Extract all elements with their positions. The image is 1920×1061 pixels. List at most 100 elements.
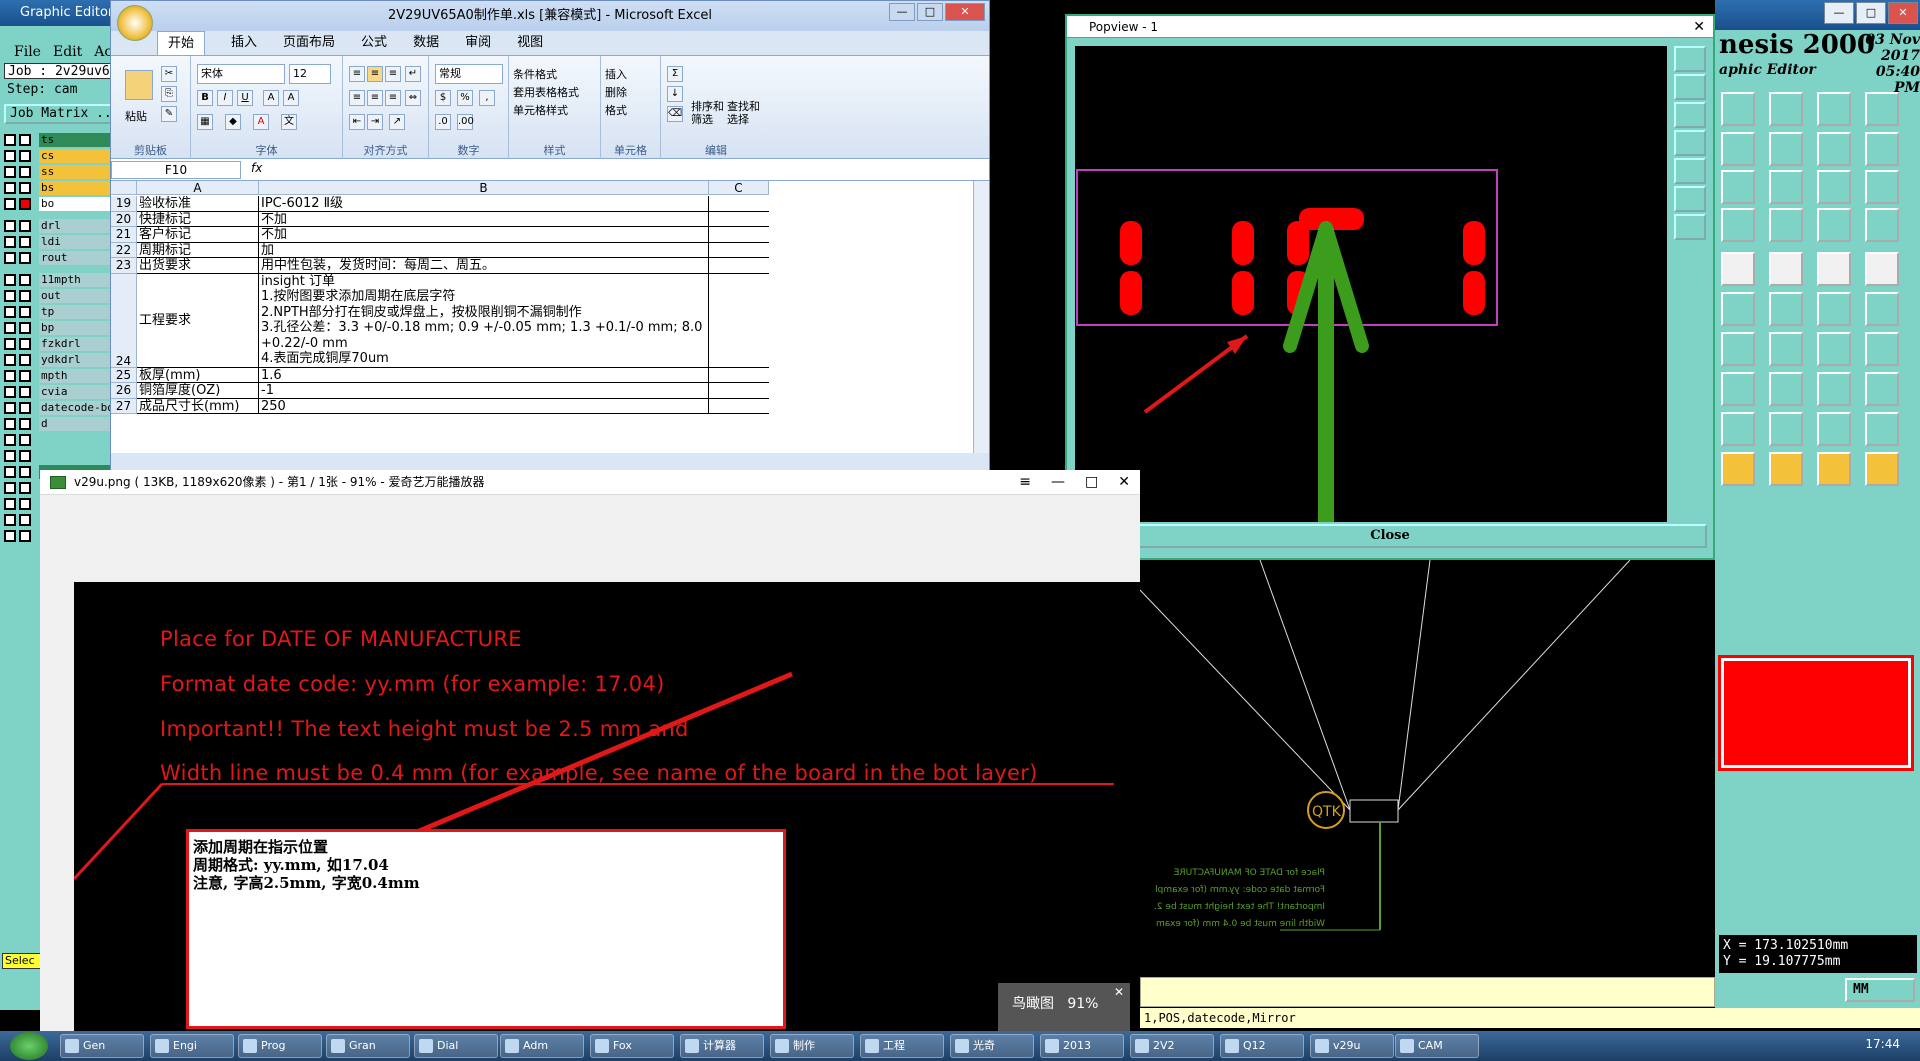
autosum-icon[interactable]: Σ [667,66,683,82]
layer-row[interactable]: cvia [4,384,127,400]
tool-icon[interactable] [1817,372,1851,406]
layer-visibility-checkbox[interactable] [4,274,16,286]
cut-icon[interactable]: ✂ [161,66,177,82]
tool-icon[interactable] [1817,452,1851,486]
tool-icon[interactable] [1769,208,1803,242]
cell-b[interactable]: -1 [259,383,709,399]
layer-visibility-checkbox[interactable] [4,198,16,210]
menu-icon[interactable]: ≡ [1019,470,1031,495]
shrink-font-icon[interactable]: A [283,90,299,106]
left-icon[interactable] [1721,132,1755,166]
popview-tool-button[interactable] [1674,158,1706,184]
zoom-close-icon[interactable]: ✕ [1114,985,1124,999]
layer-name[interactable]: tp [39,305,121,319]
row-header[interactable]: 21 [111,227,137,243]
cell-a[interactable]: 铜箔厚度(OZ) [137,383,259,399]
popview-tool-button[interactable] [1674,214,1706,240]
cell-b[interactable]: 用中性包装，发货时间：每周二、周五。 [259,258,709,274]
sort-filter-button[interactable]: 排序和 筛选 [691,100,724,126]
office-button[interactable] [117,5,153,41]
cell-c[interactable] [709,383,769,399]
tool-icon[interactable] [1865,332,1899,366]
tool-icon[interactable] [1721,252,1755,286]
help-icon[interactable] [1865,170,1899,204]
ribbon-tab[interactable]: 页面布局 [283,31,335,55]
layer-row[interactable]: tp [4,304,127,320]
layer-name[interactable]: cvia [39,385,121,399]
clear-icon[interactable]: ⌫ [667,106,683,122]
row-header[interactable]: 20 [111,211,137,227]
layer-affected-checkbox[interactable] [19,274,31,286]
decrease-indent-icon[interactable]: ⇤ [349,114,365,130]
row-header[interactable]: 23 [111,258,137,274]
layer-affected-checkbox[interactable] [19,182,31,194]
bold-icon[interactable]: B [197,90,213,106]
layer-visibility-checkbox[interactable] [4,498,16,510]
ribbon-tab[interactable]: 数据 [413,31,439,55]
layer-row[interactable]: ts [4,132,127,148]
insert-button[interactable]: 插入 [605,66,627,82]
taskbar-item[interactable]: Fox [590,1034,674,1058]
cell-a[interactable]: 出货要求 [137,258,259,274]
fit-icon[interactable] [1721,170,1755,204]
layer-affected-checkbox[interactable] [19,370,31,382]
tool-icon[interactable] [1817,332,1851,366]
layer-row[interactable]: cs [4,148,127,164]
taskbar-item[interactable]: Gen [60,1034,144,1058]
col-header-b[interactable]: B [259,181,709,195]
layer-affected-checkbox[interactable] [19,402,31,414]
layer-affected-checkbox[interactable] [19,354,31,366]
font-color-icon[interactable]: A [253,114,269,130]
tool-icon[interactable] [1721,332,1755,366]
layer-affected-checkbox[interactable] [19,290,31,302]
layer-affected-checkbox[interactable] [19,220,31,232]
copy-icon[interactable]: ⎘ [161,86,177,102]
excel-maximize-button[interactable]: □ [917,3,943,21]
layer-affected-checkbox[interactable] [19,482,31,494]
cell-c[interactable] [709,258,769,274]
taskbar-item[interactable]: 工程 [860,1034,944,1058]
layer-name[interactable]: bs [39,181,121,195]
layer-name[interactable]: ydkdrl [39,353,121,367]
layer-visibility-checkbox[interactable] [4,482,16,494]
tool-icon[interactable] [1769,252,1803,286]
tool-icon[interactable] [1721,372,1755,406]
layer-affected-checkbox[interactable] [19,386,31,398]
layer-name[interactable]: bp [39,321,121,335]
tool-icon[interactable] [1865,412,1899,446]
cell-a[interactable]: 板厚(mm) [137,367,259,383]
layer-name[interactable] [39,433,121,447]
row-header[interactable]: 19 [111,196,137,212]
popview-tool-button[interactable] [1674,46,1706,72]
taskbar-item[interactable]: CAM [1395,1034,1479,1058]
layer-visibility-checkbox[interactable] [4,182,16,194]
layer-name[interactable]: fzkdrl [39,337,121,351]
cell-b[interactable]: 1.6 [259,367,709,383]
maximize-button[interactable]: □ [1856,2,1886,24]
tool-icon[interactable] [1865,292,1899,326]
right-icon[interactable] [1769,132,1803,166]
layer-affected-checkbox[interactable] [19,306,31,318]
layer-visibility-checkbox[interactable] [4,450,16,462]
table-format-button[interactable]: 套用表格格式 [513,84,579,100]
name-box[interactable]: F10 [111,161,241,179]
layer-name[interactable]: mpth [39,369,121,383]
row-header[interactable]: 26 [111,383,137,399]
font-name-select[interactable]: 宋体 [197,64,285,84]
excel-minimize-button[interactable]: — [889,3,915,21]
popview-tool-button[interactable] [1674,130,1706,156]
layer-name[interactable]: cs [39,149,121,163]
cell-b[interactable]: insight 订单 1.按附图要求添加周期在底层字符 2.NPTH部分打在铜皮或焊… [259,273,709,368]
layer-row[interactable]: mpth [4,368,127,384]
italic-icon[interactable]: I [217,90,233,106]
taskbar-item[interactable]: Adm [500,1034,584,1058]
tool-icon[interactable] [1865,372,1899,406]
layer-visibility-checkbox[interactable] [4,386,16,398]
cell-a[interactable]: 周期标记 [137,242,259,258]
cell-c[interactable] [709,274,769,368]
layer-name[interactable]: 11mpth [39,273,121,287]
menu-edit[interactable]: Edit [53,44,82,60]
layer-affected-checkbox[interactable] [19,322,31,334]
percent-icon[interactable]: % [457,90,473,106]
grow-font-icon[interactable]: A [263,90,279,106]
